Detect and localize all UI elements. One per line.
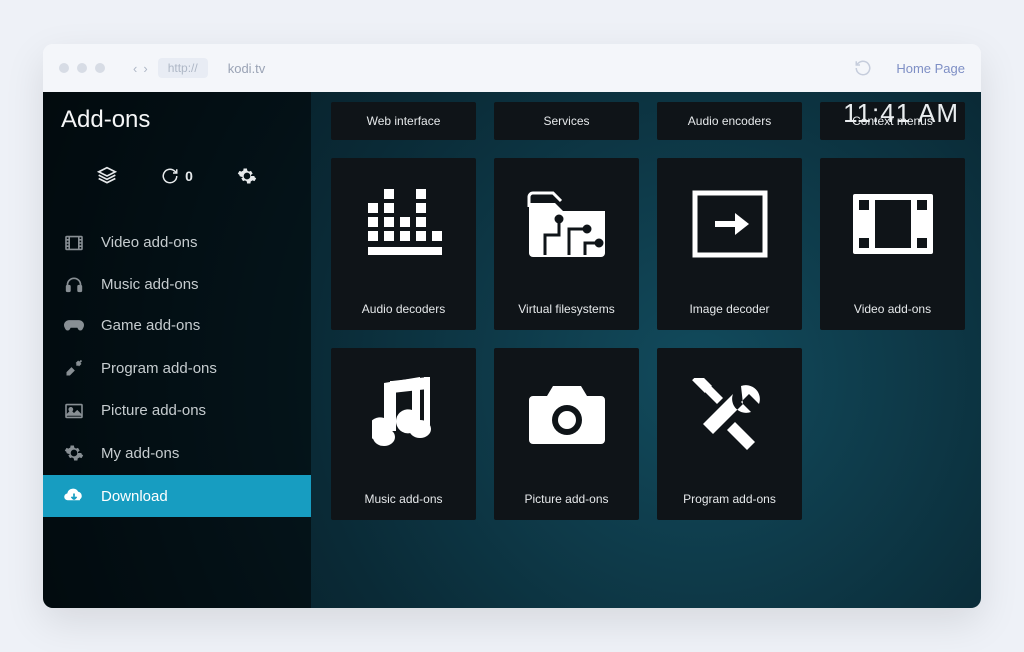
camera-icon	[494, 348, 639, 480]
tile-label: Audio encoders	[688, 114, 771, 128]
tile-label: Picture add-ons	[524, 480, 608, 520]
image-decoder-icon	[657, 158, 802, 290]
browser-frame: ‹ › http:// kodi.tv Home Page Add-ons 0	[43, 44, 981, 608]
reload-button[interactable]	[854, 59, 872, 77]
back-button[interactable]: ‹	[133, 61, 137, 76]
tile-image-decoder[interactable]: Image decoder	[657, 158, 802, 330]
home-link[interactable]: Home Page	[896, 61, 965, 76]
tile-label: Audio decoders	[362, 290, 445, 330]
nav-music-addons[interactable]: Music add-ons	[43, 263, 311, 305]
window-close-dot[interactable]	[59, 63, 69, 73]
settings-gear-icon[interactable]	[237, 166, 257, 186]
nav-item-label: Music add-ons	[101, 276, 199, 293]
gamepad-icon	[63, 318, 85, 334]
browser-bar: ‹ › http:// kodi.tv Home Page	[43, 44, 981, 92]
tile-services[interactable]: Services	[494, 102, 639, 140]
nav-item-label: My add-ons	[101, 445, 179, 462]
nav-video-addons[interactable]: Video add-ons	[43, 222, 311, 263]
tile-label: Music add-ons	[364, 480, 442, 520]
url-scheme: http://	[158, 58, 208, 78]
refresh-count-value: 0	[185, 168, 193, 184]
tile-virtual-filesystems[interactable]: Virtual filesystems	[494, 158, 639, 330]
tile-web-interface[interactable]: Web interface	[331, 102, 476, 140]
gear-icon	[63, 443, 85, 463]
equalizer-icon	[331, 158, 476, 290]
nav-item-label: Game add-ons	[101, 317, 200, 334]
tile-label: Image decoder	[689, 290, 769, 330]
nav-list: Video add-ons Music add-ons Game add-ons…	[43, 222, 311, 517]
clock: 11:41 AM	[843, 98, 959, 129]
tile-audio-encoders[interactable]: Audio encoders	[657, 102, 802, 140]
tile-music-addons[interactable]: Music add-ons	[331, 348, 476, 520]
box-icon[interactable]	[97, 166, 117, 186]
window-max-dot[interactable]	[95, 63, 105, 73]
headphones-icon	[63, 275, 85, 293]
nav-item-label: Picture add-ons	[101, 402, 206, 419]
film-icon	[63, 235, 85, 251]
tile-picture-addons[interactable]: Picture add-ons	[494, 348, 639, 520]
nav-program-addons[interactable]: Program add-ons	[43, 346, 311, 390]
tile-label: Virtual filesystems	[518, 290, 614, 330]
nav-my-addons[interactable]: My add-ons	[43, 431, 311, 475]
sidebar-tools: 0	[43, 152, 311, 222]
kodi-app: Add-ons 0 Video add-ons	[43, 92, 981, 608]
music-note-icon	[331, 348, 476, 480]
film-strip-icon	[820, 158, 965, 290]
refresh-count[interactable]: 0	[161, 167, 193, 185]
tile-label: Services	[543, 114, 589, 128]
tile-program-addons[interactable]: Program add-ons	[657, 348, 802, 520]
traffic-lights	[59, 63, 105, 73]
nav-item-label: Video add-ons	[101, 234, 197, 251]
window-min-dot[interactable]	[77, 63, 87, 73]
tools-icon	[63, 358, 85, 378]
tile-audio-decoders[interactable]: Audio decoders	[331, 158, 476, 330]
tile-label: Web interface	[367, 114, 441, 128]
sidebar: Add-ons 0 Video add-ons	[43, 92, 311, 608]
tile-grid: Web interface Services Audio encoders Co…	[331, 102, 961, 520]
nav-chevrons: ‹ ›	[133, 61, 148, 76]
forward-button[interactable]: ›	[143, 61, 147, 76]
cloud-download-icon	[63, 487, 85, 505]
nav-game-addons[interactable]: Game add-ons	[43, 305, 311, 346]
hammer-wrench-icon	[657, 348, 802, 480]
nav-item-label: Program add-ons	[101, 360, 217, 377]
nav-picture-addons[interactable]: Picture add-ons	[43, 390, 311, 431]
image-icon	[63, 403, 85, 419]
tile-label: Video add-ons	[854, 290, 931, 330]
tile-video-addons[interactable]: Video add-ons	[820, 158, 965, 330]
tile-label: Program add-ons	[683, 480, 776, 520]
sidebar-title: Add-ons	[43, 106, 311, 152]
nav-download[interactable]: Download	[43, 475, 311, 517]
main-content: 11:41 AM Web interface Services Audio en…	[311, 92, 981, 608]
folder-circuit-icon	[494, 158, 639, 290]
nav-item-label: Download	[101, 488, 168, 505]
address-bar[interactable]: kodi.tv	[228, 61, 855, 76]
